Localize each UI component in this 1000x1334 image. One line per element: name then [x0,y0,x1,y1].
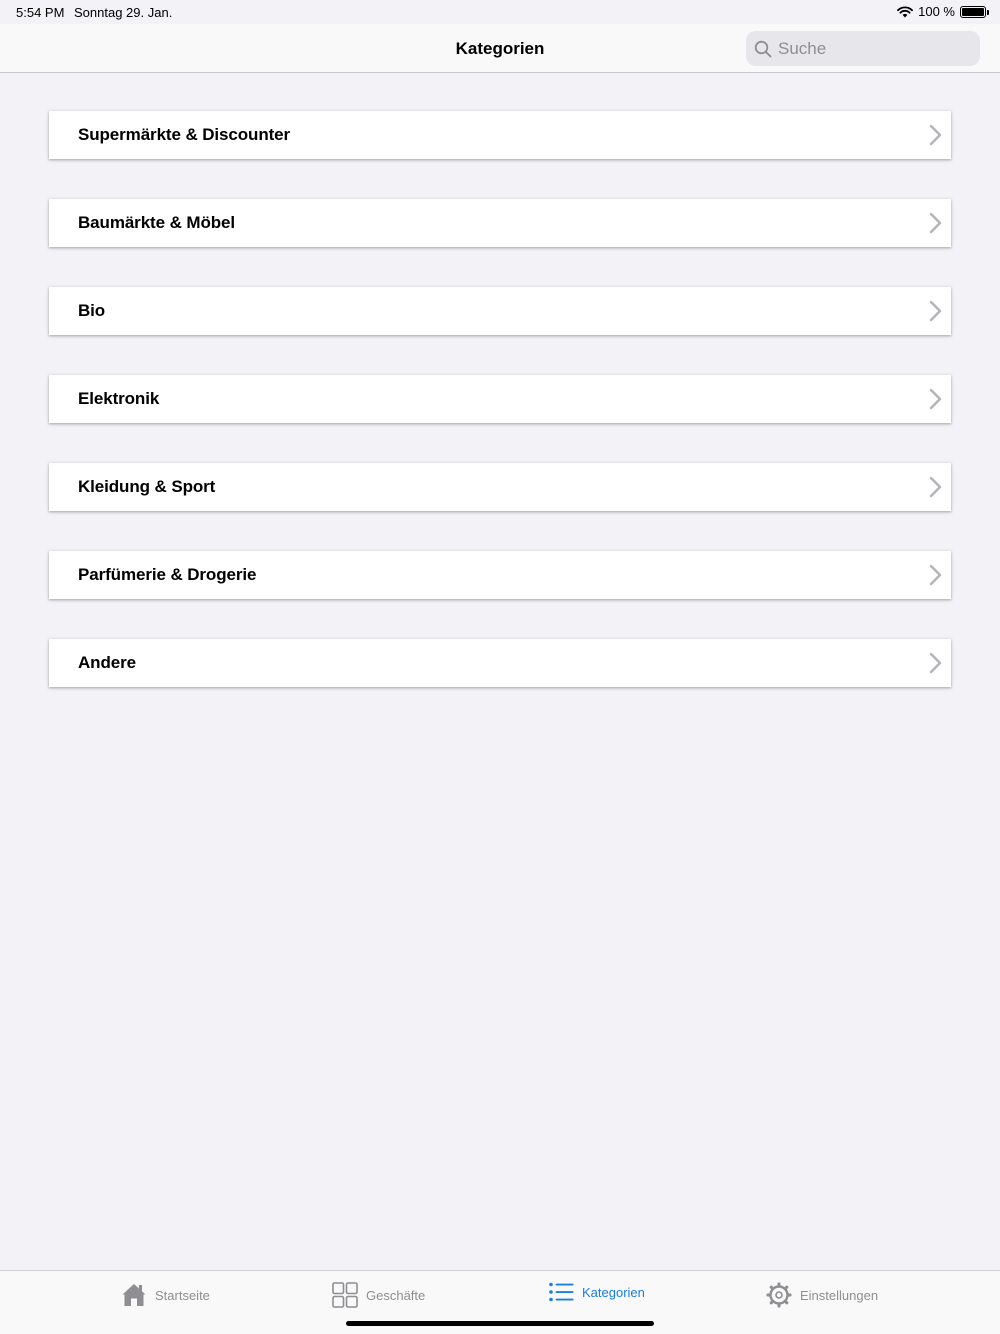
status-bar: 5:54 PM Sonntag 29. Jan. 100 % [0,0,1000,24]
chevron-right-icon [929,124,942,146]
tab-label: Startseite [155,1287,210,1303]
chevron-right-icon [929,388,942,410]
list-icon [549,1282,574,1302]
tab-kategorien[interactable]: Kategorien [549,1282,645,1302]
category-label: Andere [78,653,136,672]
grid-icon [332,1282,358,1308]
wifi-icon [897,5,914,17]
category-label: Kleidung & Sport [78,477,216,496]
chevron-right-icon [929,476,942,498]
navigation-bar: Kategorien [0,24,1000,73]
category-item-supermaerkte[interactable]: Supermärkte & Discounter [49,111,951,159]
search-icon [754,40,772,57]
category-label: Parfümerie & Drogerie [78,565,257,584]
category-item-parfuemerie[interactable]: Parfümerie & Drogerie [49,551,951,599]
category-item-elektronik[interactable]: Elektronik [49,375,951,423]
search-input[interactable] [776,37,966,60]
category-list: Supermärkte & Discounter Baumärkte & Möb… [49,111,951,727]
tab-startseite[interactable]: Startseite [121,1282,210,1308]
status-right: 100 % [897,4,989,19]
tab-label: Kategorien [582,1284,645,1300]
tab-label: Einstellungen [800,1287,879,1303]
category-label: Baumärkte & Möbel [78,213,236,232]
category-item-baumaerkte[interactable]: Baumärkte & Möbel [49,199,951,247]
tab-einstellungen[interactable]: Einstellungen [766,1282,878,1308]
category-label: Bio [78,301,106,320]
home-indicator [346,1321,654,1326]
gear-icon [766,1282,792,1308]
status-date: Sonntag 29. Jan. [74,5,173,20]
tab-geschaefte[interactable]: Geschäfte [332,1282,425,1308]
chevron-right-icon [929,564,942,586]
chevron-right-icon [929,652,942,674]
category-label: Supermärkte & Discounter [78,125,291,144]
chevron-right-icon [929,212,942,234]
search-field[interactable] [746,31,980,66]
battery-percent: 100 % [918,4,955,19]
category-label: Elektronik [78,389,160,408]
chevron-right-icon [929,300,942,322]
category-item-andere[interactable]: Andere [49,639,951,687]
category-item-kleidung[interactable]: Kleidung & Sport [49,463,951,511]
house-icon [122,1284,146,1306]
category-item-bio[interactable]: Bio [49,287,951,335]
battery-icon [960,5,989,18]
status-time: 5:54 PM [16,5,65,20]
tab-label: Geschäfte [366,1287,426,1303]
